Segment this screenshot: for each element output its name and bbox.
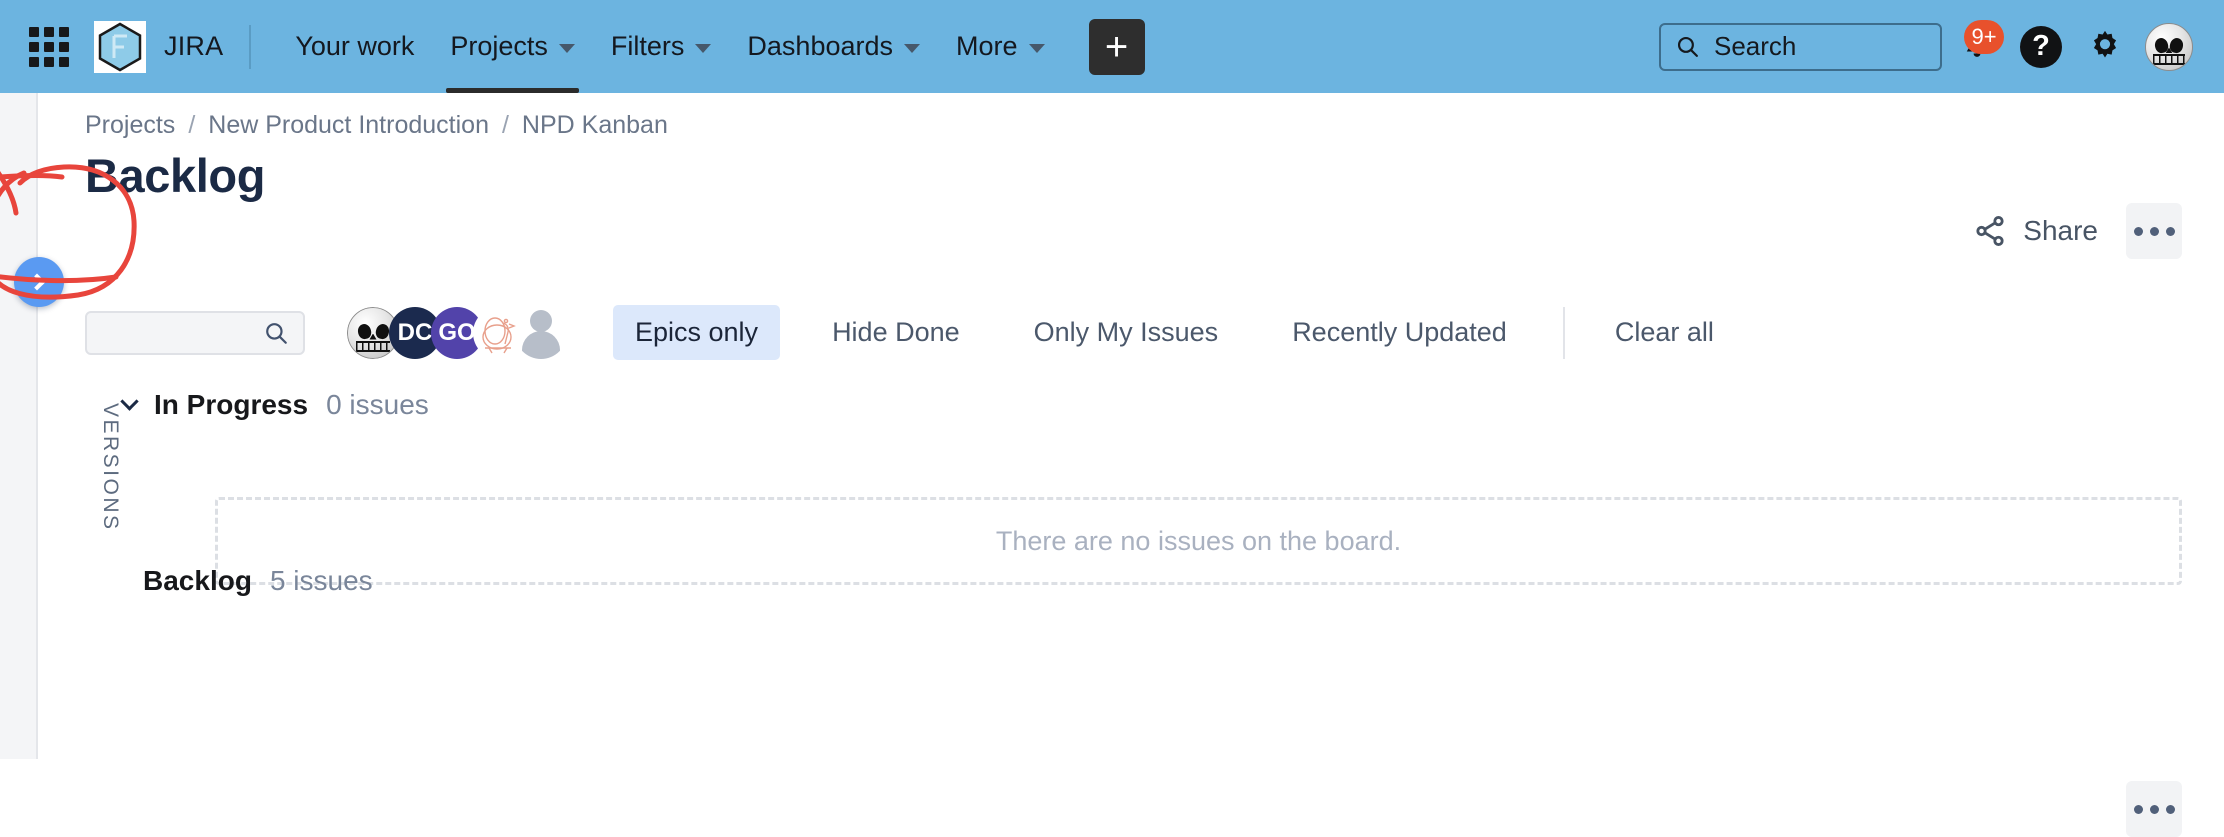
notifications-button[interactable]: 9+ [1948, 18, 2006, 76]
empty-board-placeholder: There are no issues on the board. [215, 497, 2182, 585]
breadcrumb-item-board[interactable]: NPD Kanban [522, 111, 668, 140]
chevron-down-icon [558, 44, 575, 53]
avatar-anonymous[interactable] [515, 307, 567, 359]
breadcrumb-item-projects[interactable]: Projects [85, 111, 175, 140]
person-head [530, 310, 552, 333]
ellipsis-dot [2133, 226, 2143, 236]
grid-dot [59, 56, 69, 67]
grid-dot [29, 41, 39, 52]
collapsed-sidebar-rail [0, 93, 38, 759]
chevron-down-icon [1028, 44, 1045, 53]
section-header-backlog: Backlog 5 issues [143, 565, 373, 597]
chevron-right-icon [28, 273, 46, 291]
filter-only-my-issues[interactable]: Only My Issues [1012, 305, 1241, 360]
filter-recently-updated[interactable]: Recently Updated [1270, 305, 1529, 360]
filter-separator [1562, 306, 1565, 359]
empty-board-message: There are no issues on the board. [995, 525, 1402, 556]
nav-item-more[interactable]: More [938, 0, 1063, 93]
clear-all-filters-button[interactable]: Clear all [1593, 305, 1736, 360]
ellipsis-dot [2165, 226, 2175, 236]
ellipsis-dot [2149, 804, 2159, 814]
avatar-mouth [356, 340, 390, 352]
user-avatar-button[interactable] [2140, 18, 2198, 76]
page-actions: Share [1967, 203, 2182, 259]
nav-label: Your work [295, 31, 415, 61]
page-title: Backlog [85, 149, 266, 202]
avatar-eye-right [373, 322, 391, 340]
section-header-in-progress: In Progress 0 issues [120, 389, 429, 421]
jira-logo-icon[interactable] [94, 20, 146, 73]
share-icon [1976, 215, 2004, 247]
share-button[interactable]: Share [1967, 206, 2104, 256]
ellipsis-dot [2133, 804, 2143, 814]
assignee-avatar-group: DC GO [347, 306, 567, 359]
grid-dot [29, 26, 39, 37]
filter-toolbar: DC GO Epics only Hide Done Only My Issue… [85, 305, 2184, 360]
grid-dot [59, 26, 69, 37]
person-icon [515, 307, 567, 359]
breadcrumb: Projects / New Product Introduction / NP… [85, 111, 668, 140]
help-button[interactable]: ? [2012, 18, 2070, 76]
grid-dot [29, 56, 39, 67]
section-issue-count: 0 issues [326, 389, 429, 420]
avatar-mouth [2153, 53, 2185, 65]
create-button[interactable]: + [1088, 18, 1145, 75]
nav-item-filters[interactable]: Filters [593, 0, 730, 93]
nav-label: Filters [610, 31, 685, 61]
section-title: Backlog [143, 565, 252, 596]
person-torso [522, 330, 560, 359]
chevron-down-icon[interactable] [120, 392, 139, 411]
breadcrumb-separator: / [501, 111, 509, 139]
nav-label: More [956, 31, 1018, 61]
avatar-eye-left [355, 322, 373, 340]
breadcrumb-item-project[interactable]: New Product Introduction [208, 111, 489, 140]
backlog-more-actions-button[interactable] [2126, 781, 2182, 837]
brand-name[interactable]: JIRA [164, 31, 223, 62]
search-input[interactable]: Search [1659, 22, 1942, 71]
page-more-actions-button[interactable] [2126, 203, 2182, 259]
chevron-down-icon [904, 44, 921, 53]
share-label: Share [2023, 215, 2098, 246]
chevron-down-icon [695, 44, 712, 53]
expand-sidebar-button[interactable] [14, 257, 64, 307]
search-icon [1677, 36, 1698, 57]
backlog-search-input[interactable] [85, 310, 305, 355]
avatar [2145, 22, 2193, 71]
gear-icon [2093, 30, 2117, 57]
filter-epics-only[interactable]: Epics only [613, 305, 781, 360]
help-icon: ? [2020, 25, 2062, 68]
settings-button[interactable] [2076, 18, 2134, 76]
plus-icon: + [1104, 24, 1129, 69]
nav-label: Projects [450, 31, 548, 61]
versions-rail-label[interactable]: VERSIONS [98, 403, 122, 532]
grid-dot [44, 56, 54, 67]
nav-label: Dashboards [747, 31, 894, 61]
notification-badge: 9+ [1964, 19, 2004, 54]
main-content: Projects / New Product Introduction / NP… [40, 93, 2224, 837]
nav-item-your-work[interactable]: Your work [277, 0, 432, 93]
nav-item-dashboards[interactable]: Dashboards [729, 0, 938, 93]
page-body: Projects / New Product Introduction / NP… [0, 93, 2224, 837]
nav-item-projects[interactable]: Projects [432, 0, 593, 93]
avatar-initials: DC [397, 318, 433, 346]
ellipsis-dot [2165, 804, 2175, 814]
search-icon [266, 322, 287, 344]
grid-dot [44, 26, 54, 37]
avatar-initials: GO [438, 318, 476, 346]
section-title: In Progress [154, 389, 309, 420]
grid-dot [59, 41, 69, 52]
filter-hide-done[interactable]: Hide Done [810, 305, 982, 360]
nav-right-cluster: Search 9+ ? [1659, 18, 2224, 76]
section-issue-count: 5 issues [269, 565, 373, 596]
nav-divider [249, 24, 252, 69]
ellipsis-dot [2149, 226, 2159, 236]
app-switcher-icon[interactable] [26, 24, 72, 70]
search-placeholder: Search [1714, 31, 1797, 61]
top-navigation-bar: JIRA Your work Projects Filters Dashboar… [0, 0, 2224, 93]
grid-dot [44, 41, 54, 52]
breadcrumb-separator: / [188, 111, 196, 139]
